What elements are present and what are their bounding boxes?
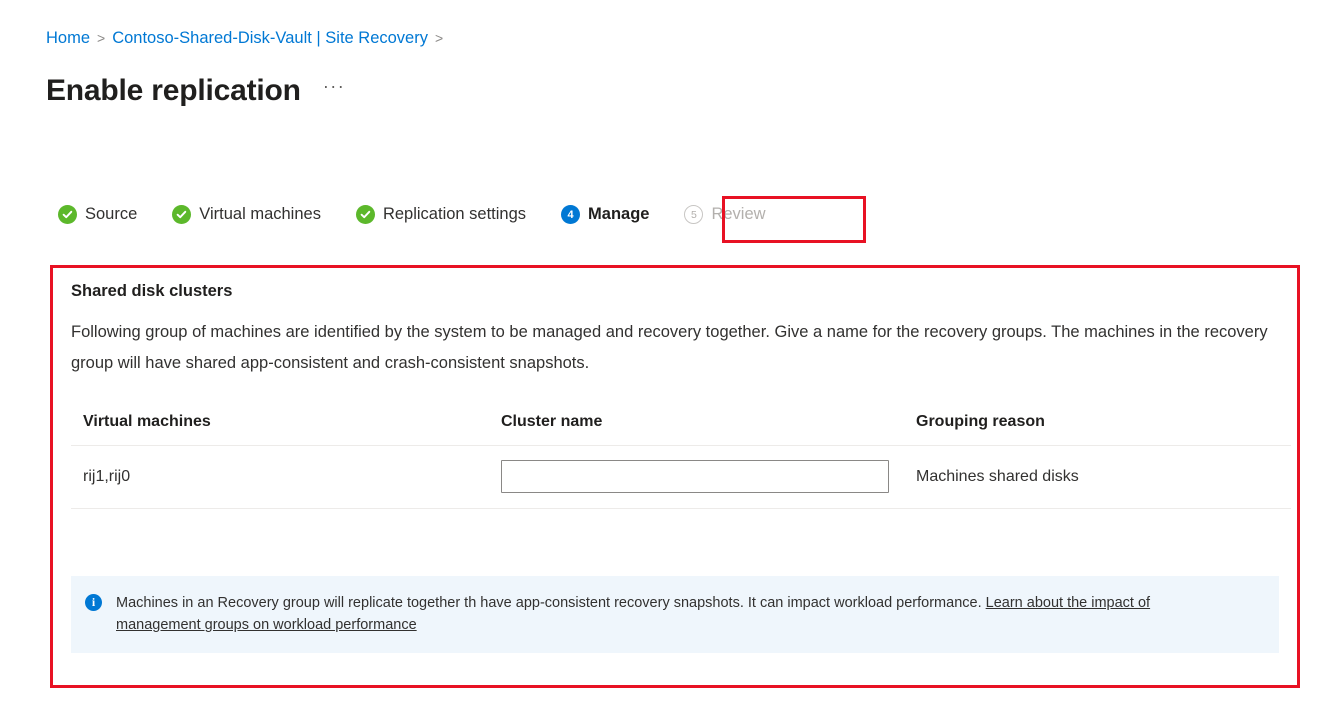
check-circle-icon bbox=[172, 205, 192, 224]
breadcrumb-item-home[interactable]: Home bbox=[46, 28, 90, 48]
wizard-step-manage[interactable]: 4 Manage bbox=[561, 205, 649, 224]
column-header-grouping-reason: Grouping reason bbox=[916, 413, 1291, 446]
wizard-step-source[interactable]: Source bbox=[58, 205, 137, 224]
info-banner-text: Machines in an Recovery group will repli… bbox=[116, 592, 1236, 636]
breadcrumb-separator-icon: > bbox=[97, 30, 106, 46]
breadcrumb-separator-icon-2: > bbox=[434, 30, 444, 46]
breadcrumb: Home > Contoso-Shared-Disk-Vault | Site … bbox=[46, 28, 450, 48]
check-circle-icon bbox=[58, 205, 77, 224]
wizard-step-replication-settings-label: Replication settings bbox=[382, 205, 527, 223]
info-icon: i bbox=[85, 594, 102, 611]
column-header-virtual-machines: Virtual machines bbox=[71, 413, 501, 446]
table-header-row: Virtual machines Cluster name Grouping r… bbox=[71, 413, 1291, 446]
info-banner: i Machines in an Recovery group will rep… bbox=[71, 576, 1279, 653]
shared-disk-clusters-table: Virtual machines Cluster name Grouping r… bbox=[71, 413, 1291, 509]
cell-cluster-name bbox=[501, 445, 916, 509]
step-number-badge-icon: 4 bbox=[561, 205, 581, 224]
wizard-step-manage-label: Manage bbox=[588, 205, 650, 223]
table-row: rij1,rij0 Machines shared disks bbox=[71, 445, 1291, 509]
wizard-step-source-label: Source bbox=[85, 205, 138, 223]
step-number-badge-icon: 5 bbox=[684, 205, 704, 224]
cluster-name-input[interactable] bbox=[501, 460, 889, 493]
section-title: Shared disk clusters bbox=[71, 282, 233, 300]
wizard-step-virtual-machines[interactable]: Virtual machines bbox=[172, 205, 321, 224]
cell-grouping-reason: Machines shared disks bbox=[916, 445, 1291, 509]
wizard-step-review-label: Review bbox=[711, 205, 766, 223]
info-banner-message: Machines in an Recovery group will repli… bbox=[116, 595, 986, 611]
panel-content: Shared disk clusters Following group of … bbox=[53, 268, 1297, 653]
cell-virtual-machines: rij1,rij0 bbox=[71, 445, 501, 509]
page-title: Enable replication bbox=[46, 74, 301, 107]
wizard-step-list: Source Virtual machines Replication sett… bbox=[58, 205, 766, 224]
wizard-step-replication-settings[interactable]: Replication settings bbox=[355, 205, 527, 224]
wizard-step-virtual-machines-label: Virtual machines bbox=[199, 205, 321, 223]
wizard-step-review[interactable]: 5 Review bbox=[684, 205, 766, 224]
table-header: Virtual machines Cluster name Grouping r… bbox=[71, 413, 1291, 446]
table-body: rij1,rij0 Machines shared disks bbox=[71, 445, 1291, 509]
check-circle-icon bbox=[355, 205, 375, 224]
breadcrumb-item-vault[interactable]: Contoso-Shared-Disk-Vault | Site Recover… bbox=[112, 28, 428, 48]
page-title-row: Enable replication ··· bbox=[46, 74, 345, 108]
more-options-icon[interactable]: ··· bbox=[323, 76, 345, 107]
section-description: Following group of machines are identifi… bbox=[71, 323, 1268, 372]
shared-disk-clusters-panel: Shared disk clusters Following group of … bbox=[50, 265, 1300, 688]
column-header-cluster-name: Cluster name bbox=[501, 413, 916, 446]
